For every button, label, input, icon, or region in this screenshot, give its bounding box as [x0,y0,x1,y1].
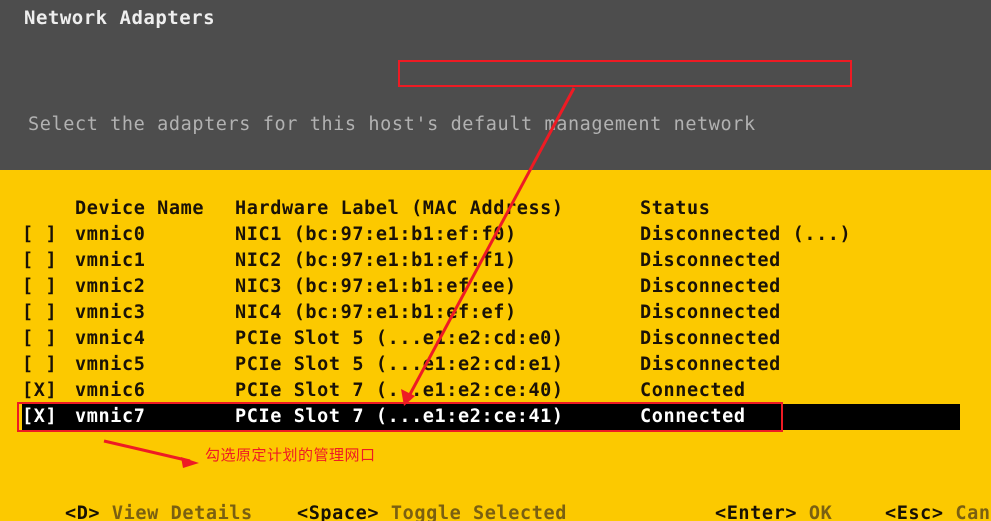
row-device-name: vmnic0 [75,224,146,245]
row-status: Disconnected [640,328,781,349]
footer-label-ok-gap [797,503,809,521]
footer-label-toggle-selected-text: Toggle Selected [390,503,567,521]
column-header-status: Status [640,198,711,219]
footer-label-view-details [100,503,112,521]
row-status: Disconnected (...) [640,224,852,245]
table-row[interactable]: [ ] vmnic2 NIC3 (bc:97:e1:b1:ef:ee) Disc… [0,274,991,300]
row-checkbox[interactable]: [ ] [22,352,57,378]
footer-action-cancel[interactable]: <Esc> Cancel [838,482,991,521]
table-row[interactable]: [ ] vmnic4 PCIe Slot 5 (...e1:e2:cd:e0) … [0,326,991,352]
esxi-network-adapters-screen: Network Adapters Select the adapters for… [0,0,991,521]
row-checkbox[interactable]: [ ] [22,300,57,326]
footer-label-cancel-gap [944,503,956,521]
table-row[interactable]: [ ] vmnic0 NIC1 (bc:97:e1:b1:ef:f0) Disc… [0,222,991,248]
footer-key-enter: <Enter> [714,503,798,521]
row-checkbox[interactable]: [X] [22,378,57,404]
row-device-name: vmnic1 [75,250,146,271]
row-status: Connected [640,380,746,401]
row-status: Disconnected [640,302,781,323]
table-header-row: Device Name Hardware Label (MAC Address)… [0,196,991,222]
footer-action-view-details[interactable]: <D> View Details [18,482,253,521]
row-status: Disconnected [640,354,781,375]
row-checkbox[interactable]: [ ] [22,222,57,248]
row-status: Disconnected [640,276,781,297]
row-hardware-label: NIC4 (bc:97:e1:b1:ef:ef) [235,302,517,323]
description-line-1: Select the adapters for this host's defa… [28,114,756,135]
row-hardware-label: PCIe Slot 5 (...e1:e2:cd:e0) [235,328,564,349]
row-device-name: vmnic2 [75,276,146,297]
row-hardware-label: NIC1 (bc:97:e1:b1:ef:f0) [235,224,517,245]
row-checkbox[interactable]: [ ] [22,248,57,274]
footer-action-toggle-selected[interactable]: <Space> Toggle Selected [250,482,567,521]
row-checkbox[interactable]: [ ] [22,274,57,300]
column-header-hardware-label: Hardware Label (MAC Address) [235,198,564,219]
footer-key-d: <D> [64,503,101,521]
footer-action-ok[interactable]: <Enter> OK [668,482,832,521]
table-row-selected[interactable]: [X] vmnic7 PCIe Slot 7 (...e1:e2:ce:41) … [0,404,991,430]
footer-label-view-details-text: View Details [111,503,253,521]
column-header-device-name: Device Name [75,198,205,219]
annotation-label: 勾选原定计划的管理网口 [205,446,376,464]
row-hardware-label: PCIe Slot 7 (...e1:e2:ce:40) [235,380,564,401]
row-device-name: vmnic5 [75,354,146,375]
table-row[interactable]: [ ] vmnic5 PCIe Slot 5 (...e1:e2:cd:e1) … [0,352,991,378]
annotation-highlight-box-phrase [398,60,852,87]
row-device-name: vmnic3 [75,302,146,323]
footer-label-ok-text: OK [808,503,833,521]
footer-key-space: <Space> [296,503,380,521]
row-device-name: vmnic6 [75,380,146,401]
row-hardware-label: NIC2 (bc:97:e1:b1:ef:f1) [235,250,517,271]
table-row[interactable]: [X] vmnic6 PCIe Slot 7 (...e1:e2:ce:40) … [0,378,991,404]
row-status: Disconnected [640,250,781,271]
row-device-name: vmnic4 [75,328,146,349]
adapters-table: Device Name Hardware Label (MAC Address)… [0,196,991,430]
table-row[interactable]: [ ] vmnic1 NIC2 (bc:97:e1:b1:ef:f1) Disc… [0,248,991,274]
header-panel: Network Adapters Select the adapters for… [0,0,991,291]
row-checkbox[interactable]: [X] [22,404,57,430]
footer-label-toggle-gap [379,503,391,521]
footer-label-cancel-text: Cancel [955,503,991,521]
footer-key-esc: <Esc> [884,503,944,521]
row-hardware-label: NIC3 (bc:97:e1:b1:ef:ee) [235,276,517,297]
row-checkbox[interactable]: [ ] [22,326,57,352]
row-hardware-label: PCIe Slot 7 (...e1:e2:ce:41) [235,406,564,427]
page-title: Network Adapters [24,7,216,29]
row-status: Connected [640,406,746,427]
table-row[interactable]: [ ] vmnic3 NIC4 (bc:97:e1:b1:ef:ef) Disc… [0,300,991,326]
row-device-name: vmnic7 [75,406,146,427]
row-hardware-label: PCIe Slot 5 (...e1:e2:cd:e1) [235,354,564,375]
